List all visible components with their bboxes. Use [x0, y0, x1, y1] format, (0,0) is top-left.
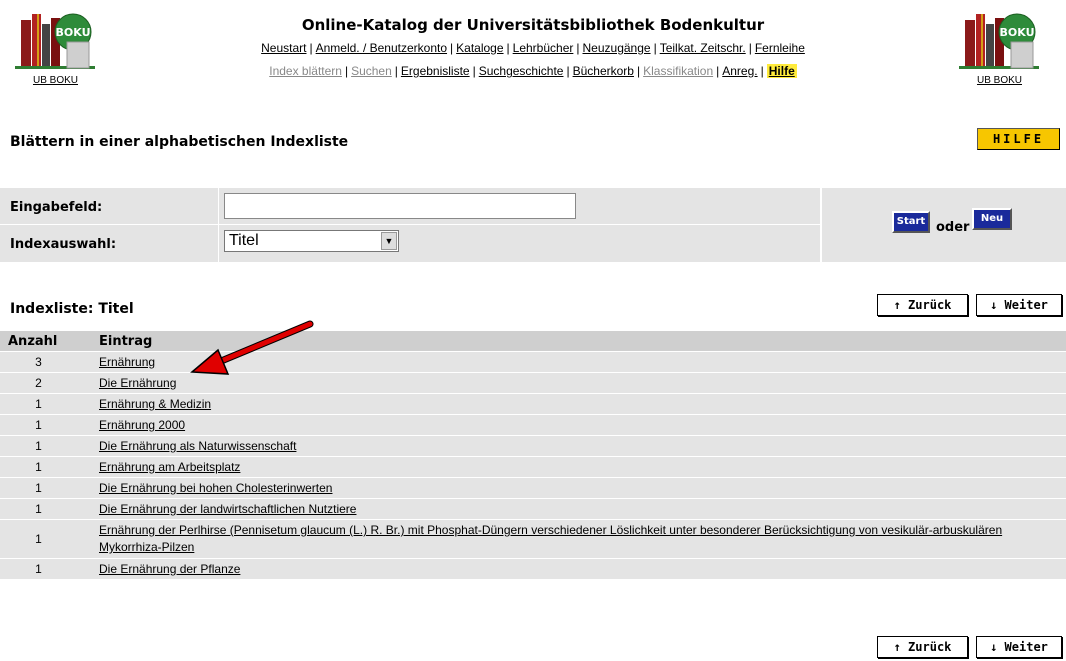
count-cell: 2 [0, 373, 91, 393]
nav-hilfe[interactable]: Hilfe [766, 64, 797, 78]
chevron-down-icon[interactable]: ▼ [381, 232, 397, 250]
nav-row-secondary: Index blättern | Suchen | Ergebnisliste | Such… [269, 64, 797, 78]
count-cell: 1 [0, 415, 91, 435]
search-buttons: Start oder Neu [822, 188, 1066, 262]
neu-button[interactable]: Neu [972, 208, 1012, 230]
back-button-top[interactable]: ↑ Zurück [877, 294, 968, 316]
nav-index-blaettern[interactable]: Index blättern [269, 64, 342, 78]
index-table: Anzahl Eintrag 3 Ernährung 2 Die Ernähru… [0, 330, 1066, 580]
table-row: 1 Ernährung der Perlhirse (Pennisetum gl… [0, 520, 1066, 558]
entry-link[interactable]: Die Ernährung bei hohen Cholesterinwerte… [99, 481, 332, 495]
oder-text: oder [936, 220, 970, 235]
entry-link[interactable]: Die Ernährung [99, 376, 176, 390]
nav-fernleihe[interactable]: Fernleihe [755, 41, 805, 55]
table-row: 1 Ernährung am Arbeitsplatz [0, 457, 1066, 477]
table-row: 3 Ernährung [0, 352, 1066, 372]
nav-neuzugaenge[interactable]: Neuzugänge [583, 41, 651, 55]
count-cell: 1 [0, 559, 91, 579]
table-row: 1 Die Ernährung als Naturwissenschaft [0, 436, 1066, 456]
entry-link[interactable]: Die Ernährung der Pflanze [99, 562, 240, 576]
page-header: BOKU UB BOKU Online-Katalog der Universi… [0, 0, 1066, 110]
count-cell: 1 [0, 520, 91, 558]
logo-caption[interactable]: UB BOKU [977, 75, 1022, 86]
index-select[interactable]: Titel ▼ [224, 230, 399, 252]
search-form: Eingabefeld: Indexauswahl: Titel ▼ Start… [0, 188, 1066, 262]
table-row: 1 Die Ernährung bei hohen Cholesterinwer… [0, 478, 1066, 498]
entry-link[interactable]: Die Ernährung als Naturwissenschaft [99, 439, 296, 453]
table-row: 1 Ernährung 2000 [0, 415, 1066, 435]
index-select-value: Titel [229, 232, 259, 249]
entry-link[interactable]: Ernährung 2000 [99, 418, 185, 432]
count-cell: 1 [0, 436, 91, 456]
nav-row-primary: Neustart | Anmeld. / Benutzerkonto | Katalog… [261, 41, 805, 55]
nav-klassifikation[interactable]: Klassifikation [643, 64, 713, 78]
divider [218, 188, 219, 262]
nav-lehrbuecher[interactable]: Lehrbücher [513, 41, 574, 55]
column-header-anzahl: Anzahl [0, 331, 91, 351]
nav-neustart[interactable]: Neustart [261, 41, 306, 55]
divider [0, 224, 820, 225]
nav-kataloge[interactable]: Kataloge [456, 41, 503, 55]
nav-suchgeschichte[interactable]: Suchgeschichte [479, 64, 564, 78]
entry-link[interactable]: Ernährung [99, 355, 155, 369]
entry-link[interactable]: Ernährung der Perlhirse (Pennisetum glau… [99, 523, 1002, 554]
nav-buecherkorb[interactable]: Bücherkorb [573, 64, 634, 78]
svg-text:BOKU: BOKU [999, 26, 1034, 39]
table-header-row: Anzahl Eintrag [0, 331, 1066, 351]
red-arrow-annotation-icon [190, 320, 314, 375]
table-row: 2 Die Ernährung [0, 373, 1066, 393]
index-list-title: Indexliste: Titel [10, 301, 134, 317]
entry-link[interactable]: Ernährung & Medizin [99, 397, 211, 411]
entry-link[interactable]: Ernährung am Arbeitsplatz [99, 460, 240, 474]
index-row: Indexauswahl: [0, 225, 820, 262]
nav-anregung[interactable]: Anreg. [722, 64, 757, 78]
back-button-bottom[interactable]: ↑ Zurück [877, 636, 968, 658]
table-row: 1 Die Ernährung der Pflanze [0, 559, 1066, 579]
count-cell: 1 [0, 394, 91, 414]
entry-link[interactable]: Die Ernährung der landwirtschaftlichen N… [99, 502, 356, 516]
help-button[interactable]: HILFE [977, 128, 1060, 150]
next-button-bottom[interactable]: ↓ Weiter [976, 636, 1062, 658]
nav-teilkat-zeitschr[interactable]: Teilkat. Zeitschr. [660, 41, 746, 55]
input-label: Eingabefeld: [10, 200, 103, 215]
nav-anmeldung[interactable]: Anmeld. / Benutzerkonto [316, 41, 447, 55]
nav-ergebnisliste[interactable]: Ergebnisliste [401, 64, 470, 78]
nav-suchen[interactable]: Suchen [351, 64, 392, 78]
count-cell: 1 [0, 457, 91, 477]
logo-right[interactable]: BOKU UB BOKU [952, 8, 1047, 88]
table-row: 1 Ernährung & Medizin [0, 394, 1066, 414]
index-label: Indexauswahl: [10, 237, 117, 252]
start-button[interactable]: Start [892, 211, 930, 233]
count-cell: 1 [0, 478, 91, 498]
search-input[interactable] [224, 193, 576, 219]
page-title: Blättern in einer alphabetischen Indexli… [10, 134, 349, 150]
boku-library-logo-icon: BOKU [958, 13, 1039, 69]
table-row: 1 Die Ernährung der landwirtschaftlichen… [0, 499, 1066, 519]
catalog-title: Online-Katalog der Universitätsbibliothe… [301, 16, 765, 34]
count-cell: 3 [0, 352, 91, 372]
next-button-top[interactable]: ↓ Weiter [976, 294, 1062, 316]
count-cell: 1 [0, 499, 91, 519]
